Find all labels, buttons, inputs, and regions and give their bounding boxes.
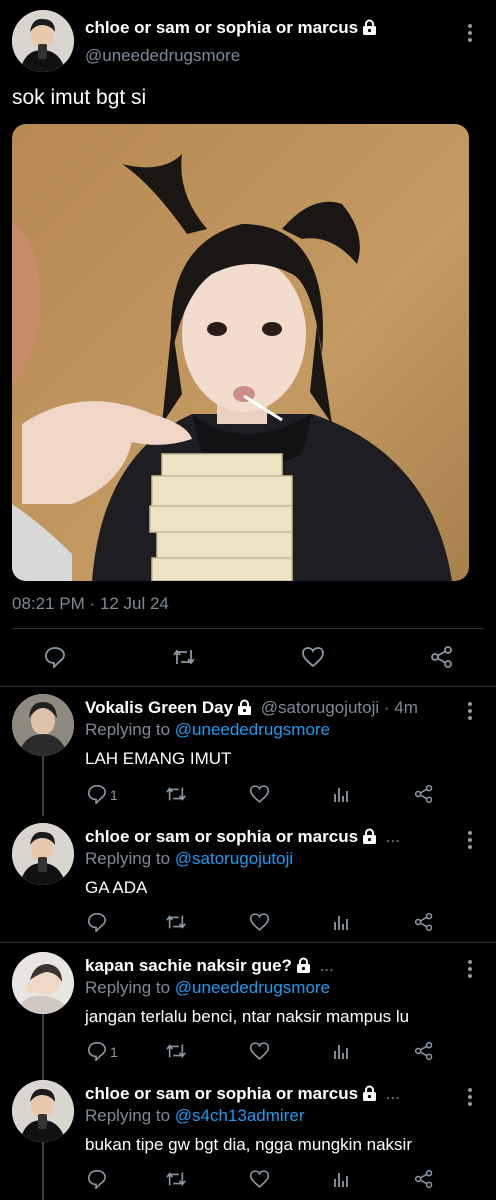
views-icon[interactable] — [333, 912, 349, 937]
author-name[interactable]: chloe or sam or sophia or marcus — [85, 18, 358, 37]
mention-link[interactable]: @uneededrugsmore — [175, 978, 330, 997]
reply-icon[interactable] — [44, 646, 66, 673]
avatar[interactable] — [12, 823, 74, 885]
more-options-icon[interactable] — [467, 960, 473, 981]
reply-author-name[interactable]: chloe or sam or sophia or marcus — [85, 1084, 358, 1103]
author-handle[interactable]: @uneededrugsmore — [85, 46, 240, 66]
views-icon[interactable] — [333, 1169, 349, 1194]
reply-author-name[interactable]: chloe or sam or sophia or marcus — [85, 827, 358, 846]
retweet-icon[interactable] — [165, 1041, 187, 1066]
views-icon[interactable] — [333, 784, 349, 809]
reply-count: 1 — [110, 1044, 118, 1060]
share-icon[interactable] — [414, 912, 434, 937]
lock-icon — [362, 828, 377, 849]
tweet-text: sok imut bgt si — [12, 86, 147, 109]
truncation-ellipsis: ... — [319, 956, 334, 975]
more-options-icon[interactable] — [467, 1088, 473, 1109]
reply-icon[interactable] — [87, 784, 107, 809]
replying-to: Replying to @uneededrugsmore — [85, 978, 331, 997]
views-icon[interactable] — [333, 1041, 349, 1066]
share-icon[interactable] — [414, 1041, 434, 1066]
reply-time: · 4m — [383, 698, 418, 717]
lock-icon — [237, 699, 252, 720]
reply-text: GA ADA — [85, 878, 148, 897]
replying-to: Replying to @s4ch13admirer — [85, 1106, 305, 1125]
retweet-icon[interactable] — [165, 912, 187, 937]
like-icon[interactable] — [249, 912, 270, 937]
reply-author-name[interactable]: Vokalis Green Day — [85, 698, 233, 717]
reply-count: 1 — [110, 787, 118, 803]
share-icon[interactable] — [414, 784, 434, 809]
retweet-icon[interactable] — [165, 1169, 187, 1194]
reply-header: kapan sachie naksir gue? ... — [85, 956, 334, 978]
reply-text: LAH EMANG IMUT — [85, 749, 232, 768]
mention-link[interactable]: @uneededrugsmore — [175, 720, 330, 739]
reply-text: jangan terlalu benci, ntar naksir mampus… — [85, 1007, 410, 1026]
like-icon[interactable] — [249, 1169, 270, 1194]
avatar[interactable] — [12, 1080, 74, 1142]
reply-icon[interactable] — [87, 1041, 107, 1066]
like-icon[interactable] — [249, 1041, 270, 1066]
more-options-icon[interactable] — [467, 702, 473, 723]
author-name-row: chloe or sam or sophia or marcus — [85, 18, 377, 40]
truncation-ellipsis: ... — [385, 827, 400, 846]
mention-link[interactable]: @s4ch13admirer — [175, 1106, 305, 1125]
tweet-timestamp: 08:21 PM · 12 Jul 24 — [12, 594, 169, 613]
tweet-photo[interactable] — [12, 124, 469, 581]
mention-link[interactable]: @satorugojutoji — [175, 849, 293, 868]
lock-icon — [362, 1085, 377, 1106]
reply-header: Vokalis Green Day @satorugojutoji · 4m — [85, 698, 418, 720]
reply-header: chloe or sam or sophia or marcus ... — [85, 1084, 400, 1106]
truncation-ellipsis: ... — [385, 1084, 400, 1103]
retweet-icon[interactable] — [165, 784, 187, 809]
reply-icon[interactable] — [87, 912, 107, 937]
lock-icon — [296, 957, 311, 978]
retweet-icon[interactable] — [172, 646, 196, 673]
replying-to: Replying to @uneededrugsmore — [85, 720, 331, 739]
share-icon[interactable] — [430, 646, 454, 673]
more-options-icon[interactable] — [467, 24, 473, 45]
avatar[interactable] — [12, 952, 74, 1014]
reply-icon[interactable] — [87, 1169, 107, 1194]
avatar[interactable] — [12, 694, 74, 756]
more-options-icon[interactable] — [467, 831, 473, 852]
lock-icon — [362, 19, 377, 40]
reply-header: chloe or sam or sophia or marcus ... — [85, 827, 400, 849]
reply-author-name[interactable]: kapan sachie naksir gue? — [85, 956, 292, 975]
author-avatar[interactable] — [12, 10, 74, 72]
like-icon[interactable] — [249, 784, 270, 809]
replying-to: Replying to @satorugojutoji — [85, 849, 294, 868]
share-icon[interactable] — [414, 1169, 434, 1194]
reply-author-handle[interactable]: @satorugojutoji — [261, 698, 379, 717]
reply-text: bukan tipe gw bgt dia, ngga mungkin naks… — [85, 1135, 412, 1154]
like-icon[interactable] — [301, 646, 325, 673]
